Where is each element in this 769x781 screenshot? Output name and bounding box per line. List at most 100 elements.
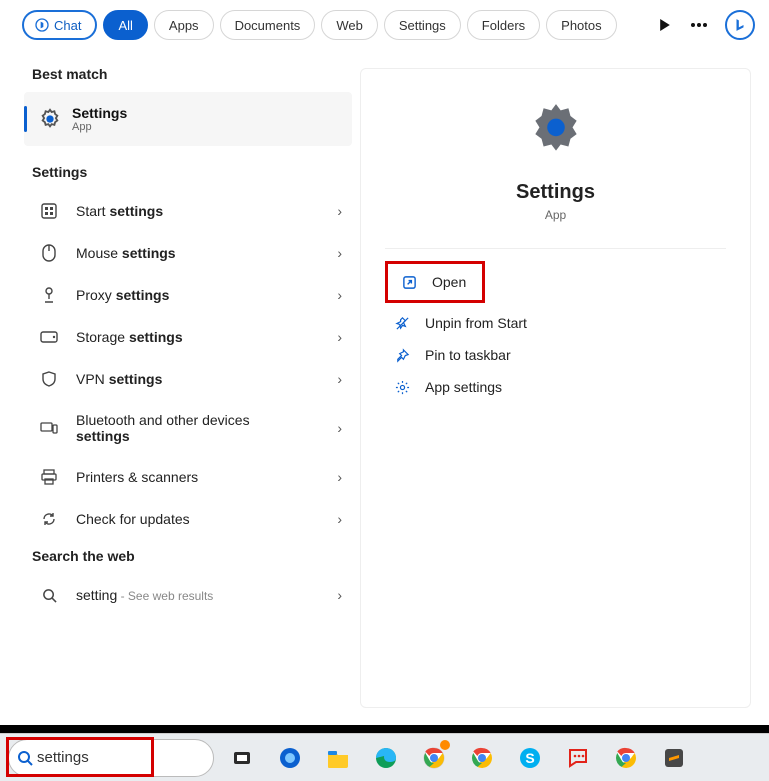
action-label: Open	[432, 274, 466, 290]
chevron-right-icon: ›	[337, 469, 342, 485]
taskbar-chrome-3[interactable]	[606, 738, 646, 778]
result-label: Check for updates	[76, 511, 337, 527]
shield-icon	[40, 371, 58, 387]
preview-card: Settings App Open Unpin from Start Pin t…	[360, 68, 751, 708]
tab-web[interactable]: Web	[321, 10, 378, 40]
devices-icon	[40, 421, 58, 435]
best-match-settings[interactable]: Settings App	[24, 92, 352, 146]
settings-section-header: Settings	[0, 156, 360, 190]
tab-documents[interactable]: Documents	[220, 10, 316, 40]
settings-small-icon	[393, 380, 411, 395]
taskbar-skype[interactable]: S	[510, 738, 550, 778]
refresh-icon	[40, 511, 58, 527]
mouse-icon	[40, 244, 58, 262]
result-label: Start settings	[76, 203, 337, 219]
taskbar-sublime[interactable]	[654, 738, 694, 778]
tab-folders-label: Folders	[482, 18, 525, 33]
bing-chat-icon	[34, 17, 50, 33]
chevron-right-icon: ›	[337, 245, 342, 261]
taskbar-taskview[interactable]	[222, 738, 262, 778]
tab-apps-label: Apps	[169, 18, 199, 33]
result-label: Printers & scanners	[76, 469, 337, 485]
chevron-right-icon: ›	[337, 587, 342, 603]
gear-icon	[38, 107, 62, 131]
result-web-search[interactable]: setting - See web results ›	[0, 574, 360, 616]
gear-icon	[525, 99, 587, 161]
unpin-icon	[393, 316, 411, 331]
chevron-right-icon: ›	[337, 420, 342, 436]
result-bluetooth-settings[interactable]: Bluetooth and other devices settings ›	[0, 400, 360, 456]
chevron-right-icon: ›	[337, 203, 342, 219]
result-proxy-settings[interactable]: Proxy settings ›	[0, 274, 360, 316]
tab-web-label: Web	[336, 18, 363, 33]
result-label: VPN settings	[76, 371, 337, 387]
search-icon	[17, 750, 33, 766]
result-vpn-settings[interactable]: VPN settings ›	[0, 358, 360, 400]
tab-documents-label: Documents	[235, 18, 301, 33]
taskbar-chat-app[interactable]	[558, 738, 598, 778]
best-match-title: Settings	[72, 105, 127, 121]
start-icon	[40, 203, 58, 219]
action-label: Pin to taskbar	[425, 347, 511, 363]
preview-subtitle: App	[545, 208, 566, 222]
preview-column: Settings App Open Unpin from Start Pin t…	[360, 48, 769, 723]
action-label: App settings	[425, 379, 502, 395]
chevron-right-icon: ›	[337, 329, 342, 345]
tab-chat[interactable]: Chat	[22, 10, 97, 40]
tab-all[interactable]: All	[103, 10, 147, 40]
taskbar-search[interactable]	[8, 739, 214, 777]
best-match-subtitle: App	[72, 121, 127, 133]
printer-icon	[40, 469, 58, 485]
filter-tabs-row: Chat All Apps Documents Web Settings Fol…	[0, 0, 769, 48]
proxy-icon	[40, 287, 58, 303]
best-match-header: Best match	[0, 58, 360, 92]
action-app-settings[interactable]: App settings	[385, 371, 726, 403]
svg-text:S: S	[525, 750, 534, 766]
tab-apps[interactable]: Apps	[154, 10, 214, 40]
tab-settings-label: Settings	[399, 18, 446, 33]
tab-settings[interactable]: Settings	[384, 10, 461, 40]
action-pin-taskbar[interactable]: Pin to taskbar	[385, 339, 726, 371]
tab-folders[interactable]: Folders	[467, 10, 540, 40]
taskbar-chrome-2[interactable]	[462, 738, 502, 778]
taskbar-explorer[interactable]	[318, 738, 358, 778]
taskbar-divider	[0, 725, 769, 733]
result-mouse-settings[interactable]: Mouse settings ›	[0, 232, 360, 274]
action-unpin-start[interactable]: Unpin from Start	[385, 307, 726, 339]
taskbar-edge[interactable]	[366, 738, 406, 778]
tab-chat-label: Chat	[54, 18, 81, 33]
result-label: Mouse settings	[76, 245, 337, 261]
result-start-settings[interactable]: Start settings ›	[0, 190, 360, 232]
tab-all-label: All	[118, 18, 132, 33]
action-label: Unpin from Start	[425, 315, 527, 331]
bing-icon[interactable]	[725, 10, 755, 40]
play-icon[interactable]	[651, 11, 679, 39]
badge-icon	[440, 740, 450, 750]
preview-title: Settings	[516, 181, 595, 204]
storage-icon	[40, 331, 58, 343]
action-open[interactable]: Open	[392, 266, 474, 298]
taskbar: S	[0, 733, 769, 781]
result-label: Bluetooth and other devices settings	[76, 412, 337, 444]
search-icon	[40, 588, 58, 603]
pin-icon	[393, 348, 411, 363]
highlight-open-action: Open	[385, 261, 485, 303]
chevron-right-icon: ›	[337, 511, 342, 527]
taskbar-chrome-1[interactable]	[414, 738, 454, 778]
result-label: Storage settings	[76, 329, 337, 345]
chevron-right-icon: ›	[337, 371, 342, 387]
tab-photos-label: Photos	[561, 18, 601, 33]
result-storage-settings[interactable]: Storage settings ›	[0, 316, 360, 358]
open-icon	[400, 275, 418, 290]
chevron-right-icon: ›	[337, 287, 342, 303]
result-printers-scanners[interactable]: Printers & scanners ›	[0, 456, 360, 498]
result-label: Proxy settings	[76, 287, 337, 303]
taskbar-copilot[interactable]	[270, 738, 310, 778]
tab-photos[interactable]: Photos	[546, 10, 616, 40]
results-column: Best match Settings App Settings Start s…	[0, 48, 360, 723]
result-check-updates[interactable]: Check for updates ›	[0, 498, 360, 540]
search-input[interactable]	[37, 749, 201, 766]
more-icon[interactable]	[685, 11, 713, 39]
result-label: setting - See web results	[76, 587, 337, 603]
search-web-header: Search the web	[0, 540, 360, 574]
